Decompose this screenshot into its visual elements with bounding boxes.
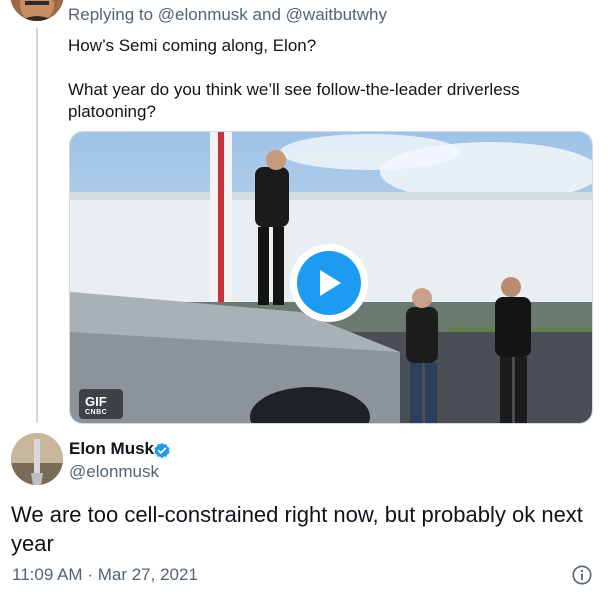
reply-tweet-paragraph-1: How’s Semi coming along, Elon? [68,36,317,55]
replying-to-line: Replying to @elonmusk and @waitbutwhy [68,5,387,25]
user-handle[interactable]: @elonmusk [69,462,159,482]
timestamp-separator: · [87,565,93,584]
elon-musk-avatar-image [11,433,63,485]
tweet-timestamp[interactable]: 11:09 AM · Mar 27, 2021 [12,565,198,585]
replier-avatar-image [10,0,64,21]
thread-connector-line [36,28,38,423]
main-tweet-text: We are too cell-constrained right now, b… [11,502,583,556]
elon-musk-avatar[interactable] [11,433,63,485]
replying-to-label: Replying to [68,5,154,24]
reply-tweet-text: How’s Semi coming along, Elon? What year… [68,35,578,123]
reply-tweet-paragraph-2: What year do you think we’ll see follow-… [68,80,520,121]
play-icon [320,270,341,296]
cnbc-watermark: CNBC [85,409,108,416]
display-name[interactable]: Elon Musk [69,439,154,459]
replier-avatar[interactable] [10,0,64,21]
mention-elonmusk-link[interactable]: @elonmusk [158,5,248,24]
info-icon[interactable] [571,564,593,586]
verified-badge-icon [154,442,170,459]
tweet-time: 11:09 AM [12,565,83,584]
tweet-date: Mar 27, 2021 [97,565,198,584]
mention-waitbutwhy-link[interactable]: @waitbutwhy [286,5,387,24]
play-button[interactable] [290,244,368,322]
gif-label: GIF [85,394,107,409]
replying-to-conjunction: and [252,5,281,24]
